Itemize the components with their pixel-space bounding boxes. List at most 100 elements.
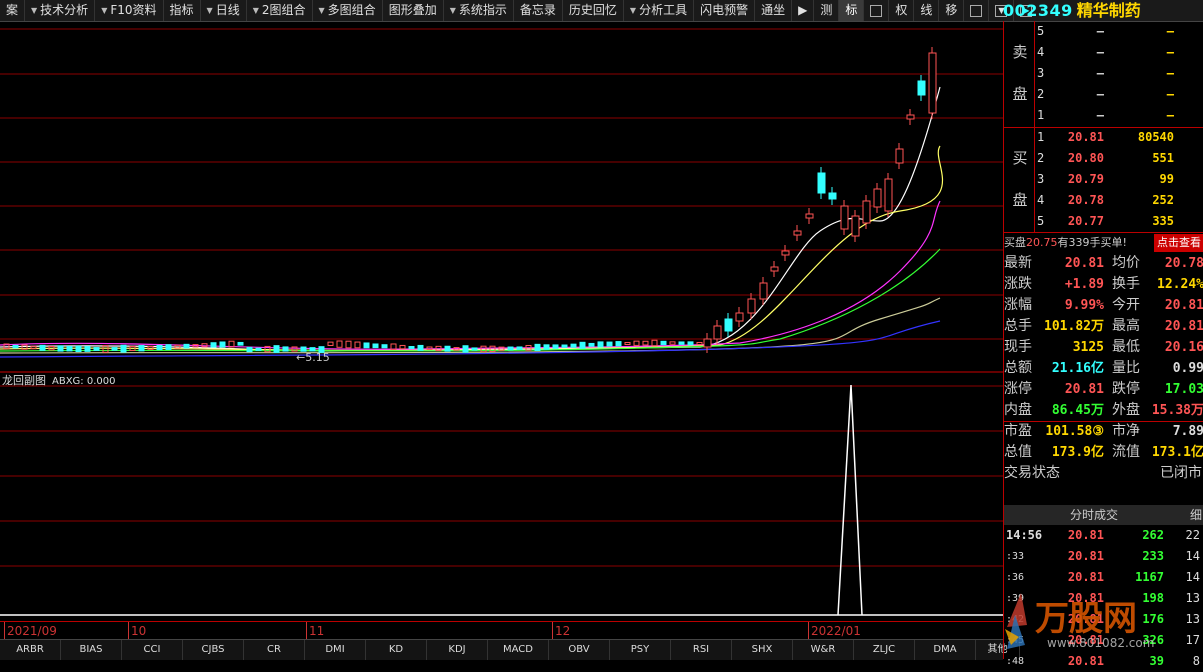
candle	[759, 282, 768, 300]
indicator-tab[interactable]: BIAS	[61, 640, 122, 660]
quote-value: 173.9亿	[1051, 445, 1104, 460]
candle	[111, 347, 118, 351]
order-volume: –	[1166, 66, 1174, 80]
indicator-tab[interactable]: RSI	[671, 640, 732, 660]
quote-label: 内盘	[1004, 402, 1032, 418]
toolbar-item[interactable]: 历史回忆	[563, 0, 624, 21]
order-volume: 80540	[1137, 130, 1174, 144]
candle	[237, 341, 244, 346]
candle	[561, 344, 568, 348]
indicator-tab[interactable]: OBV	[549, 640, 610, 660]
play-icon[interactable]: ▶	[792, 0, 815, 21]
level: 1	[1037, 130, 1045, 144]
indicator-tab[interactable]: W&R	[793, 640, 854, 660]
candle	[669, 341, 676, 345]
toolbar-item[interactable]: ▼ 分析工具	[624, 0, 695, 21]
indicator-tab[interactable]: SHX	[732, 640, 793, 660]
toolbar-icon-button[interactable]: 权	[889, 0, 915, 21]
toolbar-item[interactable]: 指标	[164, 0, 201, 21]
indicator-tab[interactable]: CCI	[122, 640, 183, 660]
chevron-down-icon: ▼	[449, 6, 456, 15]
quote-value: 101.58③	[1045, 424, 1104, 439]
chevron-down-icon: ▼	[629, 6, 637, 15]
toolbar-icon-button[interactable]: 移	[939, 0, 965, 21]
candle	[817, 172, 826, 194]
window-icon[interactable]	[964, 0, 990, 21]
date-label: 2021/09	[7, 624, 57, 638]
candle	[570, 343, 577, 348]
candle	[273, 345, 280, 353]
trade-volume: 262	[1142, 528, 1164, 542]
candle	[747, 298, 756, 314]
toolbar-item[interactable]: ▼ 多图组合	[313, 0, 383, 21]
candle	[57, 345, 64, 352]
toolbar-item-label: 分析工具	[639, 3, 688, 17]
quote-row: 内盘 86.45万 外盘 15.38万	[1004, 400, 1203, 421]
toolbar-item[interactable]: 案	[0, 0, 26, 21]
candle	[917, 80, 926, 96]
quote-value: 15.38万	[1151, 403, 1203, 418]
price-chart[interactable]: ←5.15 龙回副图 ABXG: 0.000	[0, 21, 1003, 621]
candle	[210, 342, 217, 348]
toolbar-icon-button[interactable]: 测	[814, 0, 840, 21]
trade-price: 20.81	[1067, 549, 1104, 563]
level: 5	[1037, 24, 1045, 38]
candle	[696, 341, 703, 346]
candle	[579, 341, 586, 349]
side-label: 买	[1012, 149, 1028, 167]
detail-button[interactable]: 细	[1190, 505, 1202, 525]
indicator-tab[interactable]: DMA	[915, 640, 976, 660]
quote-value: 20.81	[1164, 319, 1203, 334]
toolbar-item[interactable]: ▼ 日线	[201, 0, 247, 21]
candle	[30, 345, 37, 350]
indicator-tab[interactable]: DMI	[305, 640, 366, 660]
watermark-logo: 万股网 www.801082.com	[1005, 593, 1154, 650]
toolbar-item[interactable]: ▼ 系统指示	[444, 0, 514, 21]
trade-count: 22	[1185, 528, 1200, 542]
quote-row: 现手 3125 最低 20.16	[1004, 337, 1203, 358]
toolbar-icon-button[interactable]: 线	[914, 0, 940, 21]
trade-price: 20.81	[1067, 528, 1104, 542]
candle	[363, 342, 370, 349]
toolbar-item[interactable]: 图形叠加	[383, 0, 444, 21]
candle	[781, 250, 790, 256]
toolbar-icon-button[interactable]: 标	[839, 0, 865, 21]
quote-value: 101.82万	[1044, 319, 1104, 334]
indicator-tab[interactable]: MACD	[488, 640, 549, 660]
toolbar-item-label: 系统指示	[458, 3, 507, 17]
quote-label: 总额	[1004, 360, 1032, 376]
quote-row: 总值 173.9亿 流值 173.1亿	[1004, 442, 1203, 463]
toolbar-item[interactable]: ▼ F10资料	[95, 0, 164, 21]
candle	[642, 340, 649, 346]
toolbar-item[interactable]: 备忘录	[514, 0, 563, 21]
trade-time: :33	[1006, 551, 1025, 562]
candle	[633, 340, 640, 346]
candle	[147, 345, 154, 350]
candle	[408, 346, 415, 350]
candle	[336, 340, 343, 348]
indicator-tab[interactable]: PSY	[610, 640, 671, 660]
candle	[873, 188, 882, 208]
candle	[399, 344, 406, 350]
indicator-tab[interactable]: CJBS	[183, 640, 244, 660]
candle	[120, 344, 127, 353]
toolbar-item-label: 案	[6, 3, 19, 17]
trade-header: 分时成交 细	[1004, 505, 1203, 525]
candle	[606, 341, 613, 347]
indicator-tab[interactable]: KD	[366, 640, 427, 660]
indicator-tab[interactable]: CR	[244, 640, 305, 660]
indicator-tab[interactable]: KDJ	[427, 640, 488, 660]
toolbar-item[interactable]: 通坐	[755, 0, 793, 21]
view-button[interactable]: 点击查看	[1154, 234, 1203, 252]
indicator-tab[interactable]: ZLJC	[854, 640, 915, 660]
candle	[543, 344, 550, 350]
candle	[687, 341, 694, 346]
toolbar-item[interactable]: ▼ 2图组合	[247, 0, 313, 21]
candle	[828, 192, 837, 200]
grid-icon[interactable]	[864, 0, 890, 21]
toolbar-item[interactable]: ▼ 技术分析	[25, 0, 96, 21]
indicator-tab[interactable]: ARBR	[0, 640, 61, 660]
quote-label: 总值	[1004, 444, 1032, 460]
level: 2	[1037, 151, 1045, 165]
toolbar-item[interactable]: 闪电预警	[694, 0, 756, 21]
